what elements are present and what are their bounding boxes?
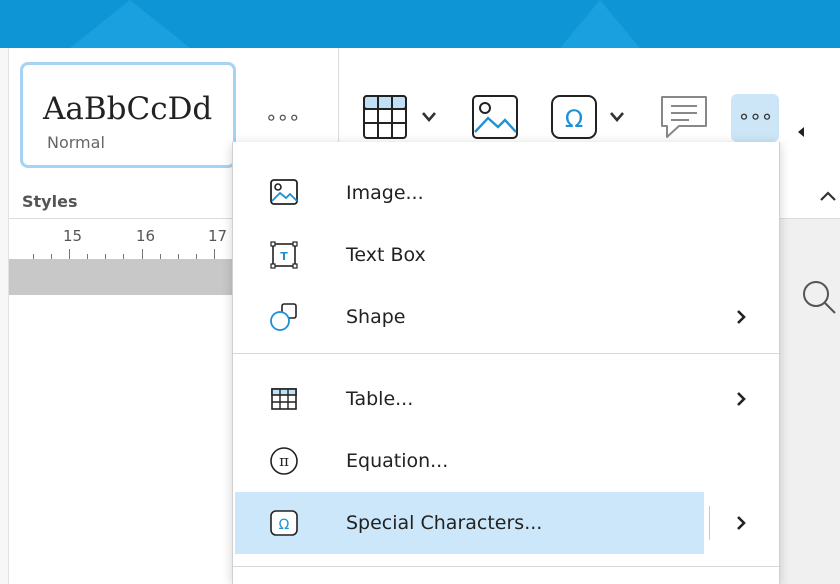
menu-item-label: Image...: [346, 182, 424, 204]
svg-text:Ω: Ω: [565, 105, 583, 133]
svg-text:Ω: Ω: [279, 517, 290, 533]
text-box-icon: T: [270, 241, 298, 269]
ruler-tick: [69, 249, 70, 259]
more-insert-button[interactable]: ∘∘∘: [731, 94, 779, 142]
menu-item-label: Table...: [346, 388, 414, 410]
style-sample-text: AaBbCcDd: [43, 91, 213, 127]
chevron-right-icon[interactable]: [733, 514, 749, 532]
menu-item-table[interactable]: Table...: [233, 368, 779, 430]
menu-item-text-box[interactable]: T Text Box: [233, 224, 779, 286]
chevron-right-icon: [737, 392, 746, 406]
style-name: Normal: [47, 133, 105, 152]
side-panel: [778, 219, 840, 584]
image-icon: [270, 179, 298, 205]
menu-separator: [233, 566, 779, 567]
more-dots: ∘∘∘: [737, 104, 774, 128]
table-icon[interactable]: [362, 94, 408, 140]
menu-item-special-characters[interactable]: Ω Special Characters...: [233, 492, 779, 554]
title-bar: [0, 0, 840, 48]
menu-item-image[interactable]: Image...: [233, 162, 779, 224]
svg-text:π: π: [279, 452, 289, 470]
chevron-down-icon[interactable]: [421, 111, 437, 123]
ruler-tick: [214, 249, 215, 259]
collapse-ribbon-icon[interactable]: [816, 184, 840, 208]
search-icon[interactable]: [800, 278, 840, 318]
scroll-left-icon[interactable]: [796, 126, 806, 138]
menu-item-equation[interactable]: π Equation...: [233, 430, 779, 492]
menu-separator: [233, 353, 779, 354]
menu-item-label: Shape: [346, 306, 406, 328]
menu-item-label: Text Box: [346, 244, 426, 266]
table-icon: [271, 388, 297, 410]
comment-icon[interactable]: [659, 94, 709, 140]
insert-menu: Image... T Text Box Shape Table... π Equ…: [232, 142, 780, 584]
title-bar-decoration: [70, 0, 190, 48]
ruler-mark: 15: [63, 227, 83, 245]
left-edge: [0, 48, 9, 584]
chevron-down-icon[interactable]: [609, 111, 625, 123]
styles-section-label: Styles: [22, 192, 78, 211]
svg-text:T: T: [280, 250, 288, 263]
pi-icon: π: [270, 447, 298, 475]
submenu-split-divider: [709, 506, 710, 540]
shape-icon: [270, 303, 297, 331]
style-normal-card[interactable]: AaBbCcDd Normal: [20, 62, 236, 168]
menu-item-label: Special Characters...: [346, 512, 543, 534]
title-bar-decoration: [560, 0, 640, 48]
ruler-mark: 16: [136, 227, 156, 245]
menu-item-shape[interactable]: Shape: [233, 286, 779, 348]
omega-icon[interactable]: Ω: [550, 94, 598, 140]
ruler-mark: 17: [208, 227, 228, 245]
ruler-tick: [142, 249, 143, 259]
image-icon[interactable]: [471, 94, 519, 140]
ruler-margin-band: [9, 259, 240, 295]
chevron-right-icon: [737, 310, 746, 324]
menu-item-label: Equation...: [346, 450, 449, 472]
styles-more-button[interactable]: ∘∘∘: [265, 106, 301, 136]
horizontal-ruler[interactable]: 15 16 17: [9, 219, 240, 259]
omega-icon: Ω: [270, 510, 298, 536]
